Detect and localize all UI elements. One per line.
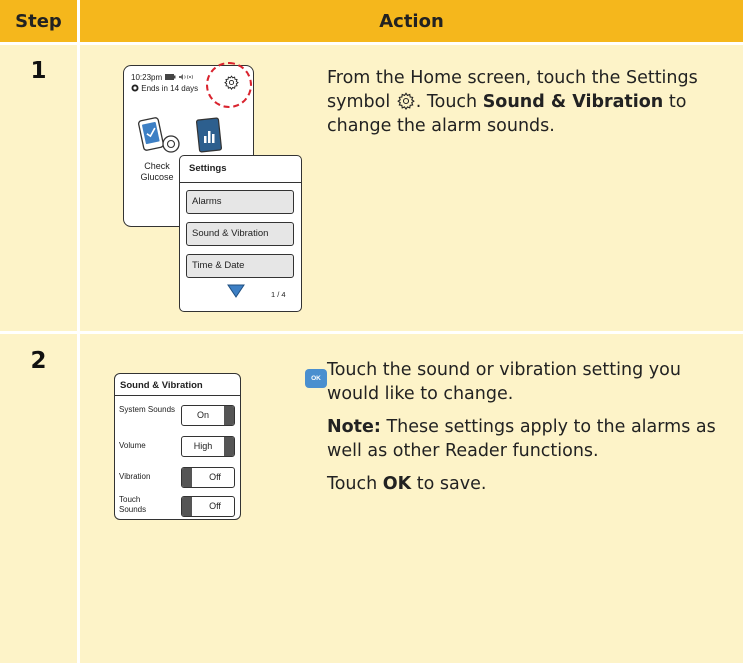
check-glucose-label: Check Glucose bbox=[140, 161, 174, 182]
status-time: 10:23pm bbox=[131, 73, 163, 82]
toggle-value: Off bbox=[209, 472, 221, 482]
step-1-text: From the Home screen, touch the Settings… bbox=[327, 66, 727, 138]
check-glucose-icon[interactable] bbox=[135, 117, 183, 157]
status-icons bbox=[165, 74, 194, 80]
toggle-value: High bbox=[193, 441, 213, 451]
step-2-note: Note: These settings apply to the alarms… bbox=[327, 415, 732, 463]
step-cell-1 bbox=[0, 45, 77, 331]
review-history-icon[interactable] bbox=[195, 117, 225, 157]
row-label-system-sounds: System Sounds bbox=[119, 405, 176, 414]
step-1-text-bold: Sound & Vibration bbox=[482, 92, 664, 112]
gear-highlight-circle bbox=[206, 62, 252, 108]
header-action-label: Action bbox=[379, 10, 444, 32]
sound-vibration-screen: Sound & Vibration System Sounds On Volum… bbox=[114, 373, 241, 520]
step-number-1: 1 bbox=[30, 58, 47, 84]
status-ends: Ends in 14 days bbox=[141, 84, 199, 93]
divider bbox=[115, 395, 240, 396]
scroll-down-icon[interactable] bbox=[227, 284, 245, 298]
settings-gear-icon-inline bbox=[396, 92, 415, 110]
step-cell-2 bbox=[0, 334, 77, 663]
instruction-table: Step Action 1 2 10:23pm Ends in 14 days … bbox=[0, 0, 743, 663]
note-label: Note: bbox=[327, 417, 381, 437]
step-2-para-1: Touch the sound or vibration setting you… bbox=[327, 360, 681, 404]
step-2-save: Touch OK to save. bbox=[327, 472, 732, 496]
header-step-label: Step bbox=[15, 10, 62, 32]
note-text: These settings apply to the alarms as we… bbox=[327, 417, 716, 461]
toggle-knob bbox=[224, 406, 234, 425]
save-text-a: Touch bbox=[327, 474, 383, 494]
toggle-knob bbox=[182, 468, 192, 487]
menu-item-alarms[interactable]: Alarms bbox=[186, 190, 294, 214]
divider bbox=[180, 182, 301, 183]
sound-vibration-title: Sound & Vibration bbox=[120, 380, 203, 391]
ok-button[interactable]: OK bbox=[305, 369, 327, 388]
touch-sounds-toggle[interactable]: Off bbox=[181, 496, 235, 517]
page-indicator: 1 / 4 bbox=[271, 290, 286, 299]
save-text-b: to save. bbox=[411, 474, 487, 494]
row-label-vibration: Vibration bbox=[119, 472, 151, 481]
toggle-knob bbox=[224, 437, 234, 456]
settings-title: Settings bbox=[189, 163, 227, 174]
sensor-icon bbox=[131, 84, 139, 92]
toggle-value: On bbox=[196, 410, 209, 420]
step-number-2: 2 bbox=[30, 348, 47, 374]
status-bar: 10:23pm Ends in 14 days bbox=[131, 72, 198, 94]
volume-toggle[interactable]: High bbox=[181, 436, 235, 457]
menu-item-sound-vibration[interactable]: Sound & Vibration bbox=[186, 222, 294, 246]
settings-menu: Settings Alarms Sound & Vibration Time &… bbox=[179, 155, 302, 312]
row-label-touch-sounds: Touch Sounds bbox=[119, 495, 147, 514]
step-1-text-b: . Touch bbox=[415, 92, 483, 112]
step-2-text: Touch the sound or vibration setting you… bbox=[327, 358, 732, 505]
toggle-knob bbox=[182, 497, 192, 516]
toggle-value: Off bbox=[209, 501, 221, 511]
row-label-volume: Volume bbox=[119, 441, 146, 450]
save-text-bold: OK bbox=[382, 474, 412, 494]
system-sounds-toggle[interactable]: On bbox=[181, 405, 235, 426]
header-step: Step bbox=[0, 0, 77, 42]
header-action: Action bbox=[80, 0, 743, 42]
menu-item-time-date[interactable]: Time & Date bbox=[186, 254, 294, 278]
vibration-toggle[interactable]: Off bbox=[181, 467, 235, 488]
